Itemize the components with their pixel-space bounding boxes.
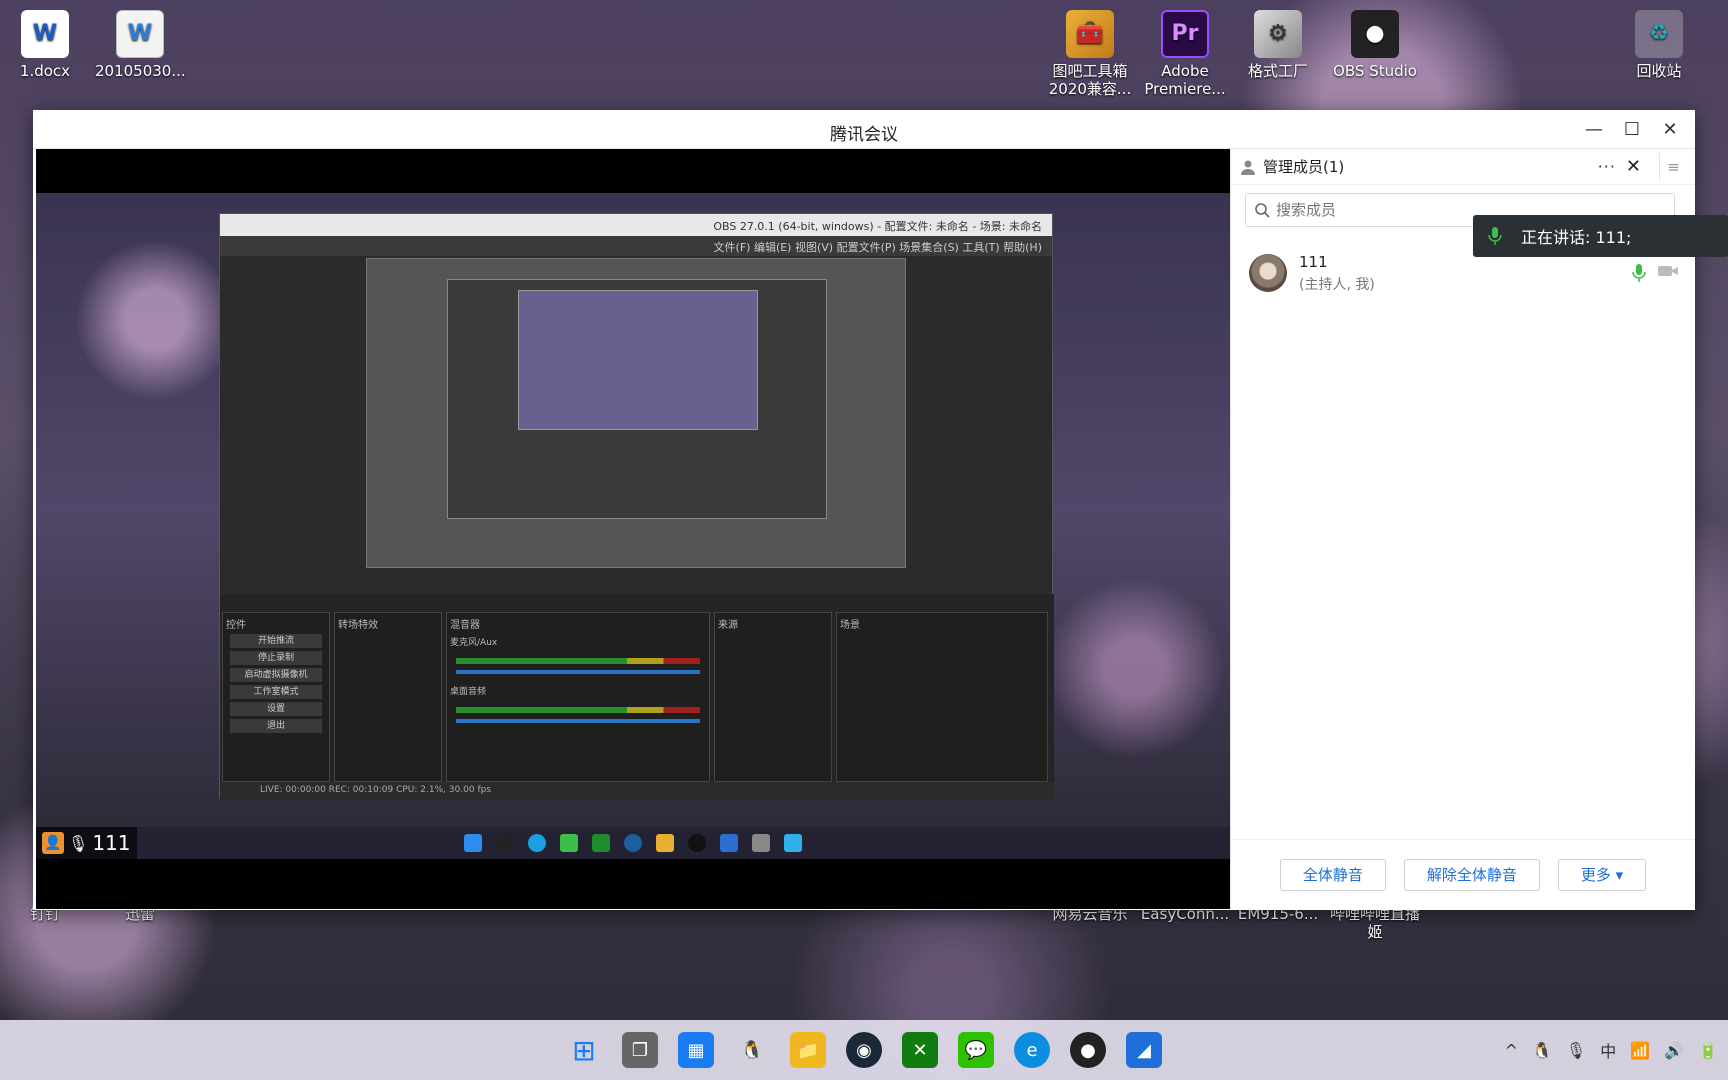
xbox-icon[interactable]: ✕	[902, 1032, 938, 1068]
tencent-meeting-icon[interactable]: ◢	[1126, 1032, 1162, 1068]
hamburger-menu-icon[interactable]: ≡	[1659, 152, 1687, 181]
speaking-text: 正在讲话: 111;	[1521, 228, 1632, 247]
close-panel-icon[interactable]: ✕	[1626, 156, 1641, 177]
widgets-icon[interactable]: ▦	[678, 1032, 714, 1068]
format-factory-icon: ⚙	[1254, 10, 1302, 58]
member-role: (主持人, 我)	[1299, 276, 1375, 293]
mic-tray-icon[interactable]: 🎙	[1566, 1041, 1586, 1060]
obs-status-bar: LIVE: 00:00:00 REC: 00:10:09 CPU: 2.1%, …	[220, 782, 1054, 800]
ime-icon[interactable]: 中	[1600, 1038, 1616, 1062]
recycle-bin-icon: ♻	[1635, 10, 1683, 58]
dock-mixer: 混音器 麦克风/Aux 桌面音频	[446, 612, 710, 782]
close-button[interactable]: ✕	[1655, 116, 1685, 142]
wechat-icon[interactable]: 💬	[958, 1032, 994, 1068]
obs-window: OBS 27.0.1 (64-bit, windows) - 配置文件: 未命名…	[219, 213, 1054, 800]
member-name: 111	[1299, 252, 1328, 271]
task-view-icon[interactable]: ❐	[622, 1032, 658, 1068]
toolbox-icon: 🧰	[1066, 10, 1114, 58]
obs-dock: 场景 来源 混音器 麦克风/Aux 桌面音频 转场特效 控件 开始推流 停止录制	[220, 594, 1054, 800]
mic-icon[interactable]	[1631, 263, 1647, 283]
desktop-icon-label: Adobe Premiere...	[1144, 62, 1226, 98]
person-icon	[1239, 158, 1257, 176]
desktop-icon-bilibili-live[interactable]: 哔哩哔哩直播姬	[1330, 905, 1420, 941]
obs-taskbar-icon[interactable]: ●	[1070, 1032, 1106, 1068]
chevron-up-icon[interactable]: ^	[1505, 1041, 1518, 1060]
dock-controls: 控件 开始推流 停止录制 启动虚拟摄像机 工作室模式 设置 退出	[222, 612, 330, 782]
camera-icon[interactable]	[1657, 263, 1679, 279]
dock-transitions: 转场特效	[334, 612, 442, 782]
word-icon: W	[21, 10, 69, 58]
desktop-icon-toolbox[interactable]: 🧰 图吧工具箱 2020兼容...	[1045, 10, 1135, 98]
edge-icon[interactable]: e	[1014, 1032, 1050, 1068]
maximize-button[interactable]: ☐	[1617, 116, 1647, 142]
desktop-icon-label: 20105030...	[95, 62, 186, 80]
desktop-icon-obs[interactable]: ● OBS Studio	[1330, 10, 1420, 80]
premiere-icon: Pr	[1161, 10, 1209, 58]
mic-icon	[1488, 227, 1502, 245]
qq-icon[interactable]: 🐧	[734, 1032, 770, 1068]
steam-icon[interactable]: ◉	[846, 1032, 882, 1068]
taskbar: ⊞ ❐ ▦ 🐧 📁 ◉ ✕ 💬 e ● ◢ ^ 🐧 🎙 中 📶 🔊 🔋	[0, 1020, 1728, 1080]
obs-preview-nested	[447, 279, 827, 519]
meeting-window: 腾讯会议 — ☐ ✕ OBS 27.0.1 (64-bit, windows) …	[33, 110, 1695, 910]
unmute-all-button[interactable]: 解除全体静音	[1403, 858, 1540, 891]
battery-icon[interactable]: 🔋	[1698, 1041, 1718, 1060]
file-explorer-icon[interactable]: 📁	[790, 1032, 826, 1068]
minimize-button[interactable]: —	[1579, 116, 1609, 142]
presenter-tag: 👤 🎙 111	[36, 827, 137, 859]
mute-all-button[interactable]: 全体静音	[1279, 858, 1386, 891]
obs-title: OBS 27.0.1 (64-bit, windows) - 配置文件: 未命名…	[220, 214, 1052, 236]
desktop-icon-label: 1.docx	[19, 62, 71, 80]
presenter-name: 111	[92, 831, 131, 855]
obs-icon: ●	[1351, 10, 1399, 58]
members-panel: 管理成员(1) ··· ✕ ≡ 111 (主持人, 我) 全体静音 解除全体静音…	[1230, 149, 1695, 909]
qq-tray-icon[interactable]: 🐧	[1532, 1041, 1552, 1060]
shared-taskbar	[36, 827, 1230, 859]
desktop-icon-label: 哔哩哔哩直播姬	[1330, 905, 1421, 941]
system-tray: ^ 🐧 🎙 中 📶 🔊 🔋	[1505, 1020, 1718, 1080]
obs-menu: 文件(F) 编辑(E) 视图(V) 配置文件(P) 场景集合(S) 工具(T) …	[220, 236, 1052, 256]
desktop-icon-recycle-bin[interactable]: ♻ 回收站	[1614, 10, 1704, 80]
window-title: 腾讯会议	[830, 125, 898, 145]
desktop-icon-label: 回收站	[1636, 62, 1682, 80]
desktop-icon-label: 格式工厂	[1247, 62, 1308, 80]
members-footer: 全体静音 解除全体静音 更多 ▾	[1231, 839, 1695, 909]
obs-preview-nested-inner	[518, 290, 758, 430]
more-options-icon[interactable]: ···	[1598, 157, 1616, 176]
start-icon[interactable]: ⊞	[566, 1032, 602, 1068]
user-icon: 👤	[42, 832, 64, 854]
speaking-indicator: 正在讲话: 111;	[1473, 215, 1728, 257]
mic-icon: 🎙	[68, 833, 89, 853]
avatar	[1249, 254, 1287, 292]
desktop-icon-label: 图吧工具箱 2020兼容...	[1048, 62, 1132, 98]
dock-sources: 来源	[714, 612, 832, 782]
desktop-icon-doc2[interactable]: W 20105030...	[95, 10, 186, 80]
desktop-icon-label: OBS Studio	[1333, 62, 1417, 80]
members-title: 管理成员(1)	[1263, 158, 1345, 176]
desktop-icon-premiere[interactable]: Pr Adobe Premiere...	[1140, 10, 1230, 98]
desktop-icon-docx[interactable]: W 1.docx	[0, 10, 90, 80]
desktop-icon-format-factory[interactable]: ⚙ 格式工厂	[1233, 10, 1323, 80]
search-icon	[1255, 203, 1270, 218]
shared-screen: OBS 27.0.1 (64-bit, windows) - 配置文件: 未命名…	[36, 149, 1230, 909]
wifi-icon[interactable]: 📶	[1630, 1041, 1650, 1060]
dock-scenes: 场景	[836, 612, 1048, 782]
window-titlebar: 腾讯会议 — ☐ ✕	[33, 110, 1695, 149]
word-icon: W	[116, 10, 164, 58]
members-header: 管理成员(1) ··· ✕ ≡	[1231, 149, 1695, 185]
obs-preview	[366, 258, 906, 568]
shared-screen-image: OBS 27.0.1 (64-bit, windows) - 配置文件: 未命名…	[36, 193, 1230, 827]
more-button[interactable]: 更多 ▾	[1557, 858, 1647, 891]
volume-icon[interactable]: 🔊	[1664, 1041, 1684, 1060]
